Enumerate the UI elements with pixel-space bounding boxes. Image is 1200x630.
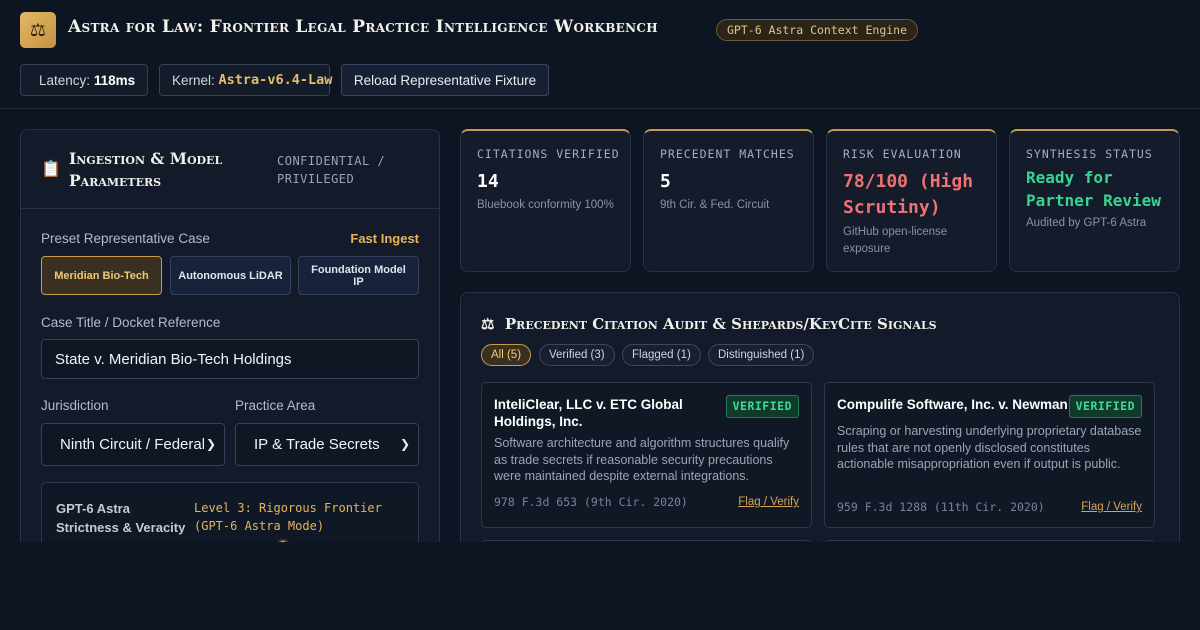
citation-card: InteliClear, LLC v. ETC Global Holdings,… [481,382,812,528]
status-badge: VERIFIED [1068,395,1142,418]
practice-area-select[interactable]: IP & Trade Secrets ❯ [235,423,419,466]
stat-value: 78/100 (High Scrutiny) [843,171,974,218]
case-name: InteliClear, LLC v. ETC Global Holdings,… [494,397,683,429]
latency-value: 118ms [93,72,136,88]
status-badge: VERIFIED [725,395,799,418]
kernel-value: Astra-v6.4-Law [218,72,333,88]
preset-label: Preset Representative Case [41,231,210,246]
stat-label: RISK EVALUATION [843,147,962,161]
jurisdiction-value: Ninth Circuit / Federal [60,436,206,453]
filter-flagged[interactable]: Flagged (1) [622,344,701,366]
app-title: Astra for Law: Frontier Legal Practice I… [68,17,658,37]
flag-verify-link[interactable]: Flag / Verify [1081,501,1142,513]
fast-ingest-link[interactable]: Fast Ingest [350,231,419,246]
strictness-label: GPT-6 Astra Strictness & Veracity [56,501,186,535]
case-citation: 978 F.3d 653 (9th Cir. 2020) [494,495,688,509]
clipboard-icon: 📋 [41,161,61,178]
case-description: Software architecture and algorithm stru… [494,436,790,483]
filter-verified[interactable]: Verified (3) [539,344,615,366]
citation-audit-panel: ⚖ Precedent Citation Audit & Shepards/Ke… [460,292,1180,572]
stat-value: Ready for Partner Review [1026,168,1161,210]
ingestion-title: Ingestion & Model Parameters [69,149,223,190]
chevron-down-icon: ❯ [203,437,216,451]
stat-value: 14 [477,171,499,192]
preset-button-meridian[interactable]: Meridian Bio-Tech [41,256,162,295]
kernel-label: Kernel: [172,72,215,88]
stat-subtext: Audited by GPT-6 Astra [1026,217,1147,229]
stat-card-precedents: PRECEDENT MATCHES 5 9th Cir. & Fed. Circ… [643,129,814,272]
stat-value: 5 [660,171,671,192]
reload-fixture-button[interactable]: Reload Representative Fixture [341,64,549,96]
chevron-down-icon: ❯ [397,437,410,451]
practice-area-label: Practice Area [235,398,316,413]
flag-verify-link[interactable]: Flag / Verify [738,496,799,508]
stat-label: SYNTHESIS STATUS [1026,147,1153,161]
engine-badge: GPT-6 Astra Context Engine [716,19,919,41]
stat-label: CITATIONS VERIFIED [477,147,620,161]
app-header: ⚖ Astra for Law: Frontier Legal Practice… [0,0,1200,109]
jurisdiction-select[interactable]: Ninth Circuit / Federal ❯ [41,423,225,466]
citation-audit-title: ⚖ Precedent Citation Audit & Shepards/Ke… [481,315,937,333]
ingestion-panel: 📋 Ingestion & Model Parameters CONFIDENT… [20,129,440,559]
stat-label: PRECEDENT MATCHES [660,147,795,161]
practice-area-value: IP & Trade Secrets [254,436,380,453]
case-name: Compulife Software, Inc. v. Newman [837,397,1068,412]
stat-subtext: 9th Cir. & Fed. Circuit [660,199,770,211]
filter-all[interactable]: All (5) [481,344,532,366]
stat-card-citations: CITATIONS VERIFIED 14 Bluebook conformit… [460,129,631,272]
page-bottom [0,542,1200,630]
stat-card-synthesis: SYNTHESIS STATUS Ready for Partner Revie… [1009,129,1180,272]
citation-card: Compulife Software, Inc. v. Newman VERIF… [824,382,1155,528]
kernel-indicator: Kernel: Astra-v6.4-Law [159,64,333,96]
stat-subtext: Bluebook conformity 100% [477,199,614,211]
case-title-input[interactable]: State v. Meridian Bio-Tech Holdings [41,339,419,379]
jurisdiction-label: Jurisdiction [41,398,109,413]
stat-subtext: GitHub open-license exposure [843,226,948,255]
latency-indicator: Latency: 118ms [20,64,148,96]
confidentiality-label: CONFIDENTIAL / PRIVILEGED [277,154,386,186]
scales-icon: ⚖ [481,315,495,333]
preset-button-foundation-model[interactable]: Foundation Model IP [298,256,419,295]
case-citation: 959 F.3d 1288 (11th Cir. 2020) [837,500,1045,514]
filter-distinguished[interactable]: Distinguished (1) [708,344,815,366]
latency-label: Latency: [39,72,91,88]
stat-card-risk: RISK EVALUATION 78/100 (High Scrutiny) G… [826,129,997,272]
scales-icon: ⚖ [20,12,56,48]
preset-button-lidar[interactable]: Autonomous LiDAR [170,256,291,295]
ingestion-panel-header: 📋 Ingestion & Model Parameters CONFIDENT… [21,130,439,209]
case-description: Scraping or harvesting underlying propri… [837,424,1142,471]
citation-audit-title-text: Precedent Citation Audit & Shepards/KeyC… [504,315,937,333]
strictness-value: Level 3: Rigorous Frontier (GPT-6 Astra … [194,501,382,533]
case-title-label: Case Title / Docket Reference [41,315,221,330]
